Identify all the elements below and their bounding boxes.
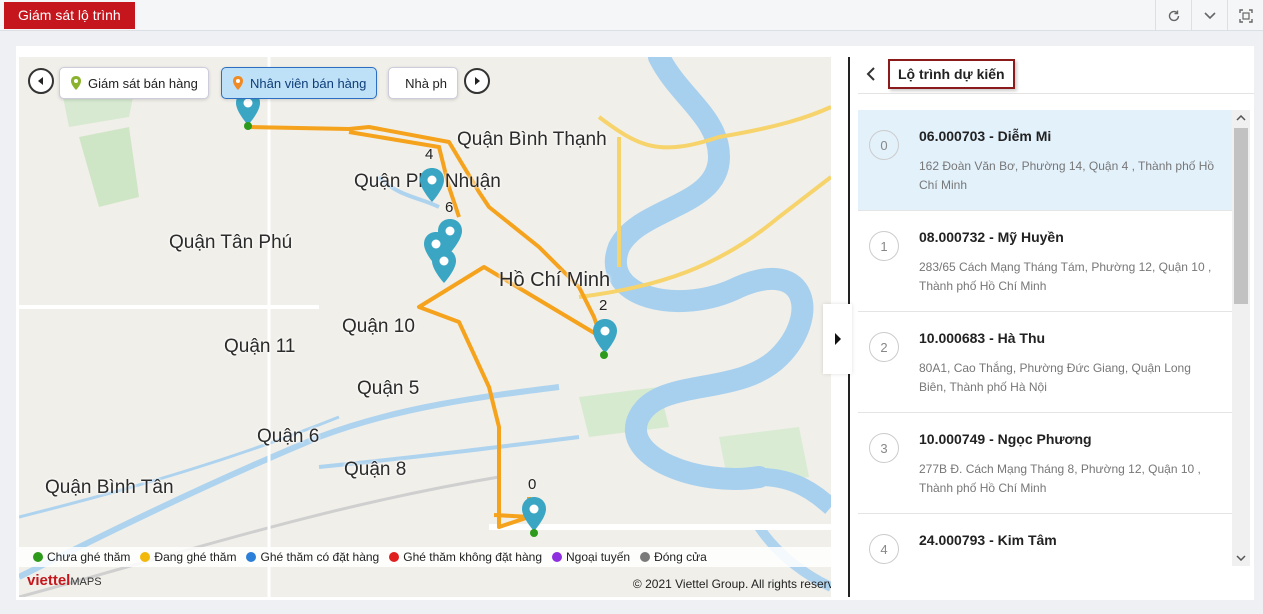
top-toolbar bbox=[1155, 0, 1263, 31]
stop-number: 3 bbox=[869, 433, 899, 463]
district-label-quan-6: Quận 6 bbox=[257, 426, 320, 447]
pin-label: 2 bbox=[599, 297, 608, 314]
top-bar: Giám sát lộ trình bbox=[0, 0, 1263, 31]
list-scrollbar[interactable] bbox=[1232, 110, 1250, 566]
route-panel: Lộ trình dự kiến 0 06.000703 - Diễm Mi 1… bbox=[858, 46, 1254, 600]
pin-label: 4 bbox=[425, 146, 434, 163]
stop-title: 10.000683 - Hà Thu bbox=[919, 330, 1046, 346]
legend-label: Ghé thăm không đặt hàng bbox=[403, 550, 543, 564]
scroll-down-icon[interactable] bbox=[1232, 550, 1250, 566]
district-label-ho-chi-minh: Hồ Chí Minh bbox=[499, 269, 611, 291]
list-item[interactable]: 0 06.000703 - Diễm Mi 162 Đoàn Văn Bơ, P… bbox=[858, 110, 1232, 211]
scroll-up-icon[interactable] bbox=[1232, 110, 1250, 126]
stop-address: 283/65 Cách Mạng Tháng Tám, Phường 12, Q… bbox=[919, 260, 1212, 293]
filter-label: Giám sát bán hàng bbox=[88, 75, 198, 91]
legend-label: Đóng cửa bbox=[654, 550, 707, 564]
legend-label: Chưa ghé thăm bbox=[47, 550, 131, 564]
caret-right-icon bbox=[475, 77, 480, 85]
map-view[interactable]: Quận Bình Thạnh Quận Phú Nhuận Quận Tân … bbox=[19, 57, 831, 597]
filter-distributor[interactable]: Nhà ph bbox=[388, 67, 458, 99]
district-label-tan-phu: Quận Tân Phú bbox=[169, 232, 293, 253]
status-dot-icon bbox=[389, 552, 400, 562]
district-label-binh-thanh: Quận Bình Thạnh bbox=[457, 129, 607, 150]
filter-sales-staff[interactable]: Nhân viên bán hàng bbox=[221, 67, 378, 99]
legend-item: Đóng cửa bbox=[640, 550, 707, 564]
map-pin-icon[interactable] bbox=[431, 249, 457, 285]
main-content: Quận Bình Thạnh Quận Phú Nhuận Quận Tân … bbox=[16, 46, 1254, 600]
location-pin-icon bbox=[233, 76, 243, 90]
district-label-quan-10: Quận 10 bbox=[342, 316, 415, 337]
legend-label: Ghé thăm có đặt hàng bbox=[260, 550, 380, 564]
legend-label: Ngoại tuyến bbox=[566, 550, 631, 564]
legend-item: Chưa ghé thăm bbox=[33, 550, 130, 564]
back-button[interactable] bbox=[866, 66, 876, 87]
stop-title: 10.000749 - Ngọc Phương bbox=[919, 431, 1092, 447]
district-label-binh-tan: Quận Bình Tân bbox=[45, 477, 174, 498]
scrollbar-thumb[interactable] bbox=[1234, 128, 1248, 304]
legend-item: Đang ghé thăm bbox=[140, 550, 236, 564]
list-item[interactable]: 4 24.000793 - Kim Tâm bbox=[858, 514, 1232, 566]
stop-title: 06.000703 - Diễm Mi bbox=[919, 128, 1052, 144]
legend-item: Ghé thăm không đặt hàng bbox=[389, 550, 542, 564]
district-label-quan-5: Quận 5 bbox=[357, 378, 420, 399]
map-pin-icon[interactable] bbox=[521, 497, 547, 539]
chevron-left-icon bbox=[866, 67, 875, 81]
pin-label: 6 bbox=[445, 199, 454, 216]
stop-number: 0 bbox=[869, 130, 899, 160]
list-item[interactable]: 3 10.000749 - Ngọc Phương 277B Đ. Cách M… bbox=[858, 413, 1232, 514]
filter-prev-button[interactable] bbox=[28, 68, 54, 94]
viettel-maps-logo: viettelMAPS bbox=[27, 572, 102, 589]
map-pin-icon[interactable] bbox=[419, 168, 445, 204]
filter-label: Nhân viên bán hàng bbox=[250, 75, 367, 91]
refresh-icon[interactable] bbox=[1155, 0, 1191, 31]
filter-next-button[interactable] bbox=[464, 68, 490, 94]
stop-address: 162 Đoàn Văn Bơ, Phường 14, Quận 4 , Thà… bbox=[919, 159, 1215, 192]
map-base-layer bbox=[19, 57, 831, 597]
filter-label: Nhà ph bbox=[405, 75, 447, 91]
status-dot-icon bbox=[640, 552, 651, 562]
status-dot-icon bbox=[552, 552, 563, 562]
tab-route-monitoring[interactable]: Giám sát lộ trình bbox=[4, 2, 135, 29]
route-list: 0 06.000703 - Diễm Mi 162 Đoàn Văn Bơ, P… bbox=[858, 110, 1232, 566]
district-label-quan-11: Quận 11 bbox=[224, 336, 296, 357]
map-pin-icon[interactable] bbox=[592, 319, 618, 361]
stop-title: 24.000793 - Kim Tâm bbox=[919, 532, 1057, 548]
pin-label: 0 bbox=[528, 476, 537, 493]
location-pin-icon bbox=[71, 76, 81, 90]
list-item[interactable]: 1 08.000732 - Mỹ Huyền 283/65 Cách Mạng … bbox=[858, 211, 1232, 312]
brand-name: viettel bbox=[27, 572, 71, 589]
stop-number: 1 bbox=[869, 231, 899, 261]
legend-label: Đang ghé thăm bbox=[154, 550, 237, 564]
fullscreen-icon[interactable] bbox=[1227, 0, 1263, 31]
stop-number: 4 bbox=[869, 534, 899, 564]
legend-item: Ghé thăm có đặt hàng bbox=[246, 550, 379, 564]
caret-left-icon bbox=[38, 77, 43, 85]
panel-header: Lộ trình dự kiến bbox=[858, 58, 1254, 94]
stop-address: 277B Đ. Cách Mạng Tháng 8, Phường 12, Qu… bbox=[919, 462, 1201, 495]
brand-suffix: MAPS bbox=[70, 576, 102, 588]
map-legend: Chưa ghé thăm Đang ghé thăm Ghé thăm có … bbox=[19, 547, 831, 567]
panel-title: Lộ trình dự kiến bbox=[888, 59, 1015, 89]
status-dot-icon bbox=[140, 552, 151, 562]
legend-item: Ngoại tuyến bbox=[552, 550, 630, 564]
filter-sales-supervision[interactable]: Giám sát bán hàng bbox=[59, 67, 209, 99]
stop-address: 80A1, Cao Thắng, Phường Đức Giang, Quận … bbox=[919, 361, 1191, 394]
collapse-panel-button[interactable] bbox=[823, 304, 852, 374]
status-dot-icon bbox=[33, 552, 43, 562]
status-dot-icon bbox=[246, 552, 257, 562]
stop-number: 2 bbox=[869, 332, 899, 362]
map-copyright: © 2021 Viettel Group. All rights reserve… bbox=[632, 577, 831, 591]
list-item[interactable]: 2 10.000683 - Hà Thu 80A1, Cao Thắng, Ph… bbox=[858, 312, 1232, 413]
stop-title: 08.000732 - Mỹ Huyền bbox=[919, 229, 1064, 245]
chevron-down-icon[interactable] bbox=[1191, 0, 1227, 31]
district-label-quan-8: Quận 8 bbox=[344, 459, 407, 480]
caret-right-icon bbox=[834, 333, 841, 345]
